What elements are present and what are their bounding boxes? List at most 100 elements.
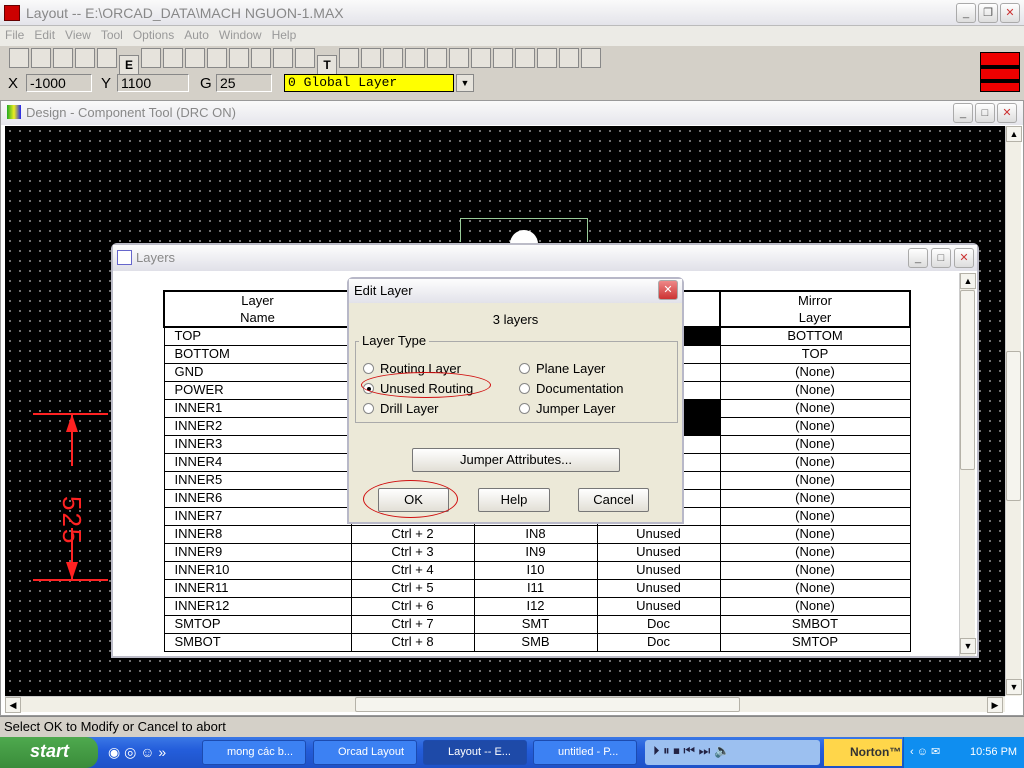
design-maximize-button[interactable]: □ bbox=[975, 103, 995, 123]
zoom-out-icon[interactable] bbox=[185, 48, 205, 68]
q-icon[interactable] bbox=[229, 48, 249, 68]
cell[interactable]: Ctrl + 8 bbox=[350, 632, 475, 652]
scroll-left-button[interactable]: ◀ bbox=[5, 697, 21, 713]
erase-icon[interactable] bbox=[361, 48, 381, 68]
column-header[interactable]: Layer Name bbox=[163, 290, 352, 328]
cell[interactable]: Ctrl + 4 bbox=[350, 560, 475, 580]
pin-icon[interactable] bbox=[273, 48, 293, 68]
radio-icon[interactable] bbox=[363, 403, 374, 414]
cell[interactable]: (None) bbox=[719, 542, 911, 562]
radio-jumper-layer[interactable]: Jumper Layer bbox=[519, 401, 615, 416]
table-row[interactable]: INNER8 Ctrl + 2 IN8 Unused (None) bbox=[163, 524, 911, 544]
reconnect-icon[interactable] bbox=[427, 48, 447, 68]
cell[interactable]: INNER12 bbox=[163, 596, 352, 616]
layers-close-button[interactable]: ✕ bbox=[954, 248, 974, 268]
cell[interactable]: (None) bbox=[719, 398, 911, 418]
radio-icon[interactable] bbox=[519, 363, 530, 374]
quick-launch-icons[interactable]: ◉ ◎ ☺ » bbox=[108, 744, 166, 761]
column-header[interactable]: Mirror Layer bbox=[719, 290, 911, 328]
task-browser[interactable]: mong các b... bbox=[202, 740, 306, 765]
layers-scroll-thumb[interactable] bbox=[960, 290, 975, 470]
cell[interactable]: INNER3 bbox=[163, 434, 352, 454]
cell[interactable]: (None) bbox=[719, 506, 911, 526]
minimize-button[interactable]: _ bbox=[956, 3, 976, 23]
cell[interactable]: Ctrl + 5 bbox=[350, 578, 475, 598]
cell[interactable]: Unused bbox=[596, 560, 721, 580]
scroll-up-button[interactable]: ▲ bbox=[1006, 126, 1022, 142]
layers-maximize-button[interactable]: □ bbox=[931, 248, 951, 268]
cell[interactable]: GND bbox=[163, 362, 352, 382]
jumper-attributes-button[interactable]: Jumper Attributes... bbox=[412, 448, 620, 472]
table-row[interactable]: INNER11 Ctrl + 5 I11 Unused (None) bbox=[163, 578, 911, 598]
cell[interactable]: (None) bbox=[719, 380, 911, 400]
cell[interactable]: (None) bbox=[719, 470, 911, 490]
cell[interactable]: TOP bbox=[163, 326, 352, 346]
table-row[interactable]: INNER12 Ctrl + 6 I12 Unused (None) bbox=[163, 596, 911, 616]
cell[interactable]: Ctrl + 2 bbox=[350, 524, 475, 544]
layers-scroll-down[interactable]: ▼ bbox=[960, 638, 976, 654]
cell[interactable]: IN9 bbox=[473, 542, 598, 562]
norton-button[interactable]: Norton™ bbox=[824, 739, 902, 766]
cell[interactable]: Unused bbox=[596, 524, 721, 544]
zoom-in-icon[interactable] bbox=[163, 48, 183, 68]
cell[interactable]: INNER7 bbox=[163, 506, 352, 526]
radio-icon[interactable] bbox=[519, 383, 530, 394]
menu-help[interactable]: Help bbox=[267, 26, 302, 44]
x-icon[interactable] bbox=[75, 48, 95, 68]
radio-documentation[interactable]: Documentation bbox=[519, 381, 623, 396]
cell[interactable]: POWER bbox=[163, 380, 352, 400]
cell[interactable]: INNER4 bbox=[163, 452, 352, 472]
cell[interactable]: (None) bbox=[719, 362, 911, 382]
cell[interactable]: (None) bbox=[719, 524, 911, 544]
cell[interactable]: I11 bbox=[473, 578, 598, 598]
media-player-controls[interactable]: ⏵ ⏸ ⏹ ⏮ ⏭ 🔈 bbox=[645, 740, 820, 765]
cell[interactable]: INNER8 bbox=[163, 524, 352, 544]
binoculars-icon[interactable] bbox=[97, 48, 117, 68]
h-scroll-thumb[interactable] bbox=[355, 697, 740, 712]
auto-icon[interactable] bbox=[515, 48, 535, 68]
radio-plane-layer[interactable]: Plane Layer bbox=[519, 361, 605, 376]
layers-scrollbar[interactable]: ▲ ▼ bbox=[959, 273, 976, 656]
cell[interactable]: (None) bbox=[719, 452, 911, 472]
drc-check-icon[interactable] bbox=[559, 48, 579, 68]
task-orcad-layout[interactable]: Orcad Layout bbox=[313, 740, 417, 765]
cell[interactable]: (None) bbox=[719, 560, 911, 580]
cell[interactable]: Doc bbox=[596, 614, 721, 634]
cell[interactable]: (None) bbox=[719, 578, 911, 598]
layer-dropdown-arrow[interactable]: ▼ bbox=[456, 74, 474, 92]
cell[interactable]: Unused bbox=[596, 578, 721, 598]
component-icon[interactable] bbox=[251, 48, 271, 68]
cell[interactable]: BOTTOM bbox=[719, 326, 911, 346]
task-layout-active[interactable]: Layout -- E... bbox=[423, 740, 527, 765]
design-close-button[interactable]: ✕ bbox=[997, 103, 1017, 123]
cell[interactable]: Ctrl + 3 bbox=[350, 542, 475, 562]
radio-icon[interactable] bbox=[519, 403, 530, 414]
cell[interactable]: SMT bbox=[473, 614, 598, 634]
colors-icon[interactable] bbox=[383, 48, 403, 68]
menu-tool[interactable]: Tool bbox=[96, 26, 128, 44]
cell[interactable]: INNER9 bbox=[163, 542, 352, 562]
cell[interactable]: SMTOP bbox=[163, 614, 352, 634]
cancel-button[interactable]: Cancel bbox=[578, 488, 649, 512]
menu-auto[interactable]: Auto bbox=[179, 26, 214, 44]
cell[interactable]: BOTTOM bbox=[163, 344, 352, 364]
scroll-right-button[interactable]: ▶ bbox=[987, 697, 1003, 713]
dialog-close-button[interactable]: ✕ bbox=[658, 280, 678, 300]
task-paint[interactable]: untitled - P... bbox=[533, 740, 637, 765]
save-icon[interactable] bbox=[31, 48, 51, 68]
table-row[interactable]: INNER9 Ctrl + 3 IN9 Unused (None) bbox=[163, 542, 911, 562]
cell[interactable]: (None) bbox=[719, 596, 911, 616]
cell[interactable]: Ctrl + 7 bbox=[350, 614, 475, 634]
sf-icon[interactable] bbox=[581, 48, 601, 68]
cell[interactable]: Unused bbox=[596, 596, 721, 616]
route-icon[interactable] bbox=[493, 48, 513, 68]
drc-icon[interactable] bbox=[405, 48, 425, 68]
menu-edit[interactable]: Edit bbox=[29, 26, 60, 44]
design-horizontal-scrollbar[interactable]: ◀ ▶ bbox=[5, 696, 1005, 713]
design-vertical-scrollbar[interactable]: ▲ ▼ bbox=[1005, 126, 1022, 696]
zoom-all-icon[interactable] bbox=[207, 48, 227, 68]
cell[interactable]: INNER2 bbox=[163, 416, 352, 436]
table-row[interactable]: SMBOT Ctrl + 8 SMB Doc SMTOP bbox=[163, 632, 911, 652]
cell[interactable]: SMBOT bbox=[163, 632, 352, 652]
cell[interactable]: Doc bbox=[596, 632, 721, 652]
